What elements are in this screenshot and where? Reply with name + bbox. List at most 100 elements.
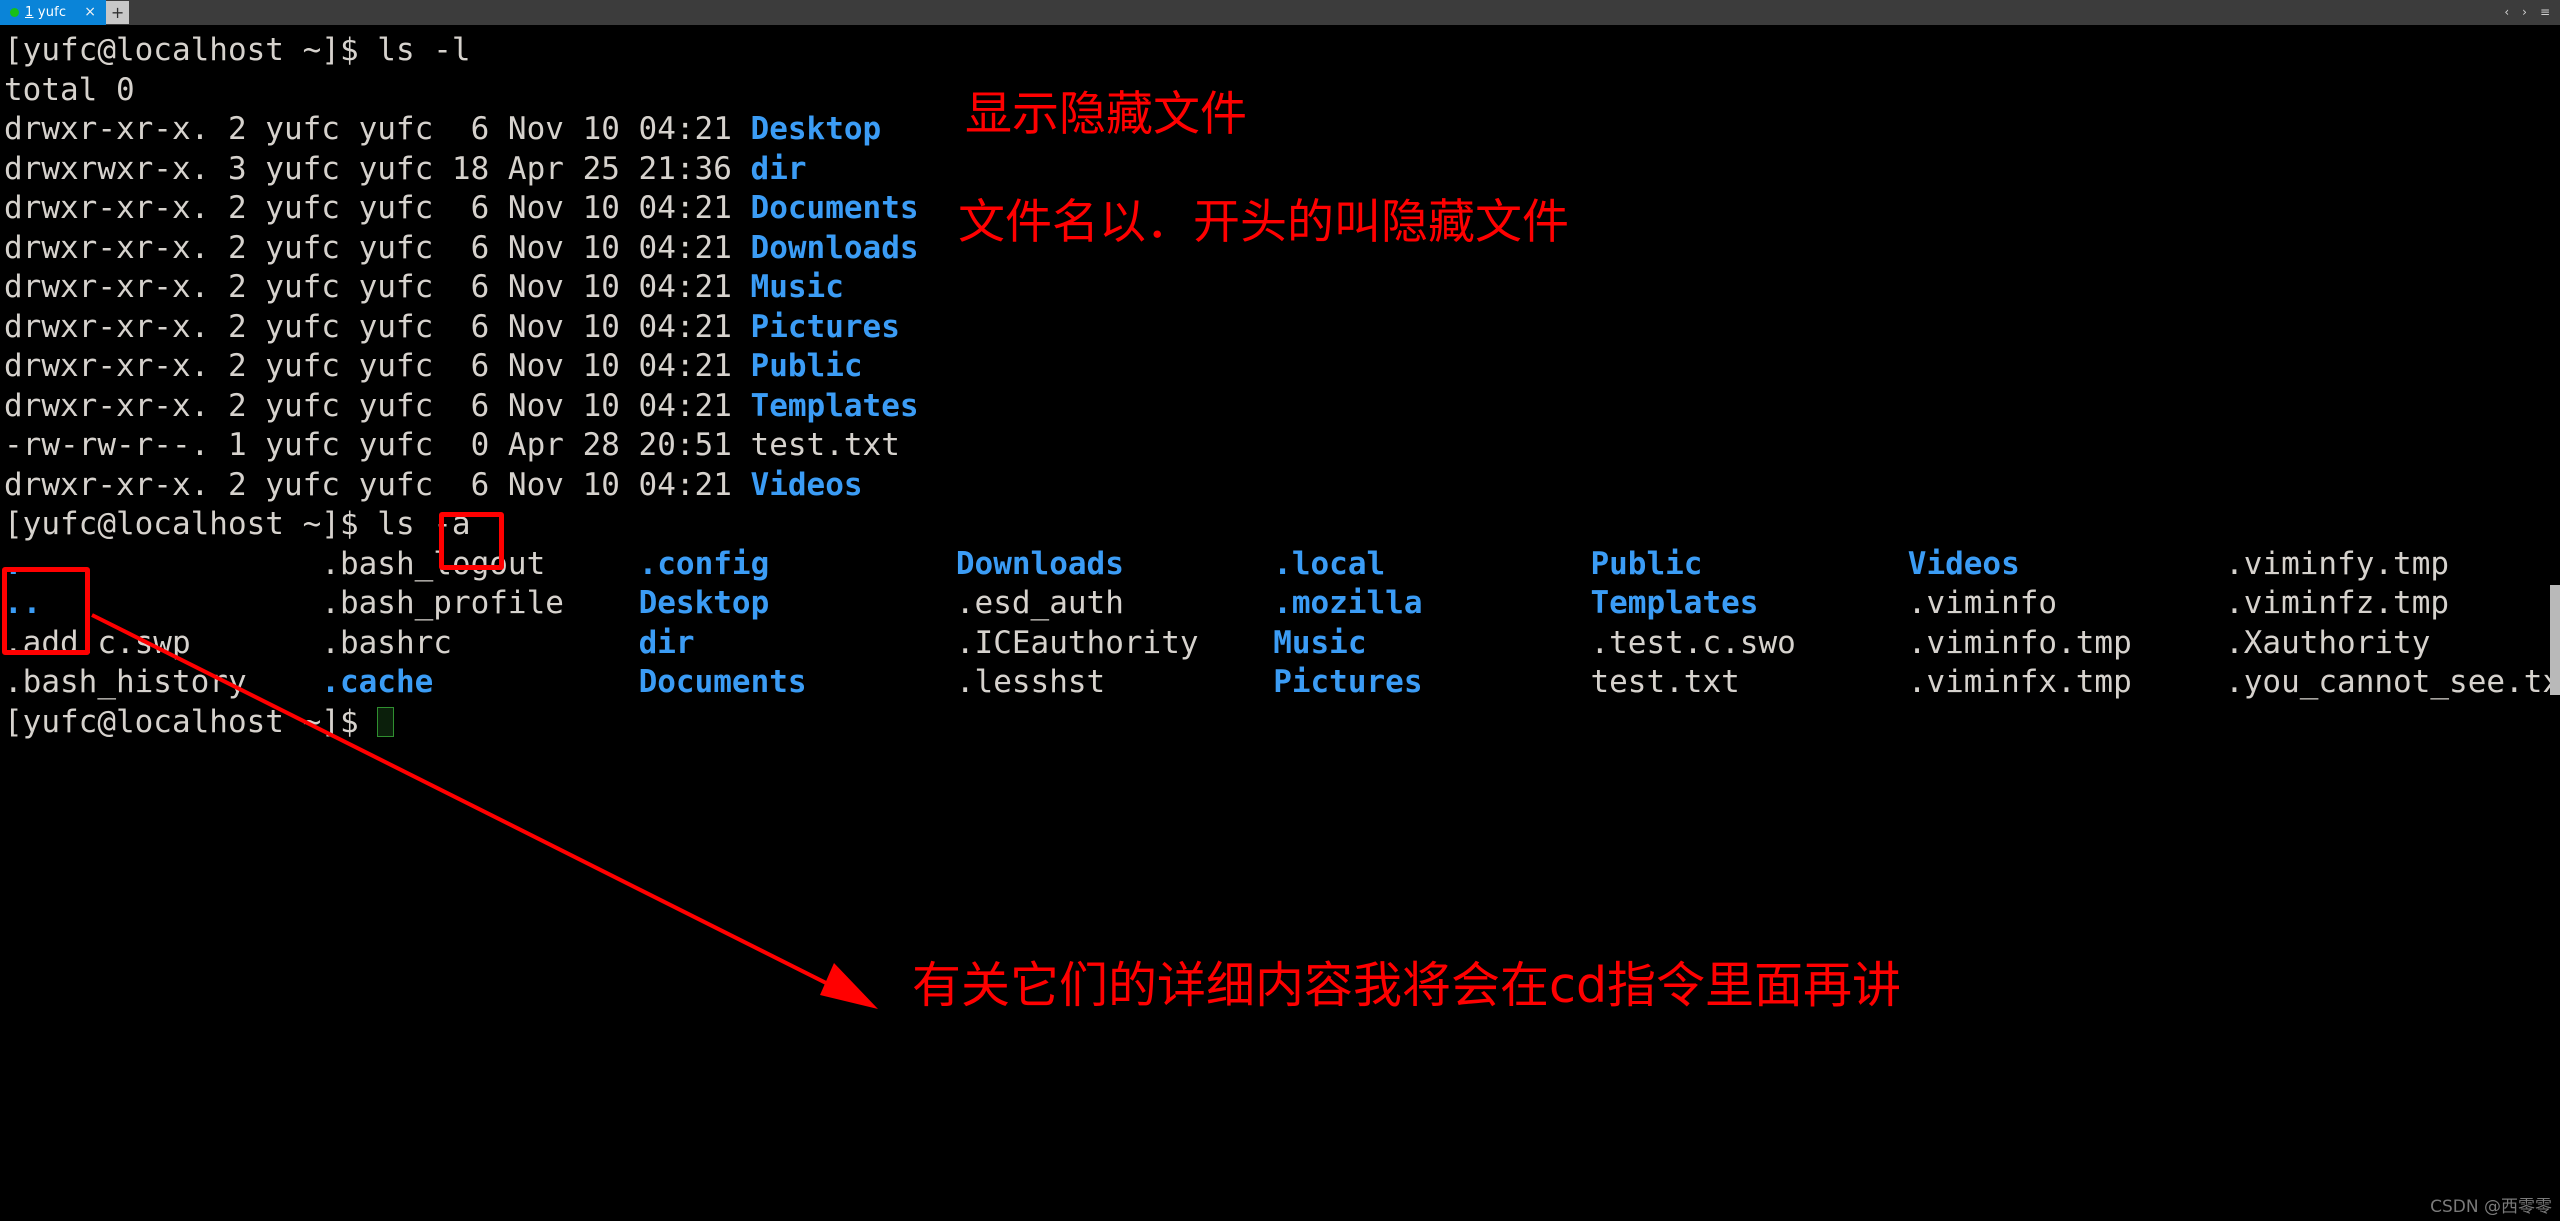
annotation-details-later: 有关它们的详细内容我将会在cd指令里面再讲 — [912, 957, 1902, 1014]
ls-long-metadata: drwxr-xr-x. 2 yufc yufc 6 Nov 10 04:21 — [4, 308, 751, 345]
new-tab-button[interactable]: + — [106, 1, 130, 24]
grid-gap — [1124, 585, 1273, 621]
grid-gap — [769, 585, 956, 621]
directory-name: Templates — [1590, 585, 1759, 621]
file-name: .bash_history — [4, 664, 247, 700]
grid-gap — [545, 546, 638, 582]
grid-gap — [433, 664, 638, 700]
directory-name: dir — [750, 150, 807, 187]
grid-gap — [695, 625, 956, 661]
table-row: drwxr-xr-x. 2 yufc yufc 6 Nov 10 04:21 V… — [4, 466, 2560, 506]
highlight-box-flag-a — [439, 512, 504, 570]
terminal-command-line: [yufc@localhost ~]$ — [4, 703, 2560, 743]
grid-gap — [1758, 585, 1907, 621]
grid-gap — [2132, 664, 2225, 700]
watermark: CSDN @西零零 — [2430, 1197, 2552, 1217]
ls-long-metadata: drwxr-xr-x. 2 yufc yufc 6 Nov 10 04:21 — [4, 190, 751, 226]
file-name: .bash_profile — [321, 585, 564, 621]
shell-command: ls -l — [377, 32, 471, 68]
terminal-tab-1[interactable]: 1 yufc × — [0, 0, 107, 25]
file-name: .viminfo.tmp — [1907, 624, 2132, 661]
directory-name: Music — [750, 269, 844, 305]
output-text: total 0 — [4, 71, 135, 108]
highlight-box-dot-entries — [2, 567, 90, 655]
chevron-right-icon[interactable]: › — [2522, 0, 2527, 25]
file-name: .bashrc — [321, 624, 452, 661]
directory-name: .mozilla — [1273, 585, 1423, 621]
ls-long-metadata: drwxr-xr-x. 2 yufc yufc 6 Nov 10 04:21 — [4, 387, 751, 424]
tab-status-dot — [10, 8, 19, 17]
grid-gap — [1740, 664, 1908, 700]
directory-name: Pictures — [750, 308, 900, 345]
list-item: .. .bash_profile Desktop .esd_auth .mozi… — [4, 584, 2560, 624]
shell-prompt: [yufc@localhost ~]$ — [4, 32, 378, 68]
menu-icon[interactable]: ≡ — [2540, 0, 2550, 25]
table-row: drwxr-xr-x. 2 yufc yufc 6 Nov 10 04:21 D… — [4, 110, 2560, 150]
directory-name: .local — [1273, 545, 1386, 582]
grid-gap — [1423, 585, 1591, 621]
ls-long-metadata: drwxrwxr-x. 3 yufc yufc 18 Apr 25 21:36 — [4, 150, 751, 187]
directory-name: Videos — [750, 466, 863, 503]
grid-gap — [1796, 625, 1908, 661]
tab-title-text: yufc — [33, 5, 67, 20]
terminal-screen: [yufc@localhost ~]$ ls -l total 0 drwxr-xr… — [0, 25, 2560, 742]
terminal-command-line: [yufc@localhost ~]$ ls -a — [4, 505, 2560, 545]
table-row: -rw-rw-r--. 1 yufc yufc 0 Apr 28 20:51 t… — [4, 426, 2560, 466]
list-item: .bash_history .cache Documents .lesshst … — [4, 663, 2560, 703]
directory-name: Templates — [750, 387, 919, 424]
file-name: .bash_logout — [321, 545, 546, 582]
table-row: drwxr-xr-x. 2 yufc yufc 6 Nov 10 04:21 P… — [4, 347, 2560, 387]
directory-name: dir — [638, 624, 695, 661]
grid-gap — [2132, 625, 2225, 661]
grid-gap — [452, 625, 639, 661]
text-cursor — [377, 706, 395, 737]
grid-gap — [1702, 546, 1907, 582]
annotation-show-hidden: 显示隐藏文件 — [965, 87, 1247, 142]
grid-gap — [2057, 585, 2225, 621]
ls-long-metadata: drwxr-xr-x. 2 yufc yufc 6 Nov 10 04:21 — [4, 269, 751, 305]
directory-name: Public — [750, 348, 863, 384]
scrollbar-thumb[interactable] — [2550, 585, 2560, 695]
grid-gap — [1124, 546, 1273, 582]
directory-name: Downloads — [750, 229, 919, 266]
ls-long-metadata: drwxr-xr-x. 2 yufc yufc 6 Nov 10 04:21 — [4, 466, 751, 503]
file-name: .you_cannot_see.txt — [2225, 664, 2560, 700]
file-name: test.txt — [1590, 664, 1740, 700]
shell-prompt: [yufc@localhost ~]$ — [4, 506, 378, 542]
file-name: .viminfz.tmp — [2225, 585, 2450, 621]
close-icon[interactable]: × — [84, 0, 96, 25]
grid-gap — [1105, 664, 1273, 700]
directory-name: Desktop — [750, 111, 882, 147]
directory-name: Music — [1273, 624, 1367, 661]
ls-long-metadata: drwxr-xr-x. 2 yufc yufc 6 Nov 10 04:21 — [4, 348, 751, 384]
directory-name: Public — [1590, 545, 1703, 582]
list-item: .add.c.swp .bashrc dir .ICEauthority Mus… — [4, 624, 2560, 664]
directory-name: Videos — [1907, 545, 2020, 582]
grid-gap — [247, 664, 322, 700]
file-name: .lesshst — [955, 664, 1106, 700]
table-row: drwxr-xr-x. 2 yufc yufc 6 Nov 10 04:21 M… — [4, 268, 2560, 308]
tab-bar-spacer — [129, 0, 2505, 25]
file-name: .esd_auth — [955, 585, 1124, 621]
file-name: .viminfo — [1907, 585, 2058, 621]
file-name: .Xauthority — [2225, 624, 2431, 661]
shell-prompt: [yufc@localhost ~]$ — [4, 703, 378, 740]
grid-gap — [807, 664, 956, 700]
terminal-scrollbar[interactable] — [2550, 25, 2560, 1221]
directory-name: Desktop — [638, 585, 770, 621]
grid-gap — [1199, 625, 1274, 661]
table-row: drwxr-xr-x. 2 yufc yufc 6 Nov 10 04:21 T… — [4, 387, 2560, 427]
annotation-dot-prefix: 文件名以．开头的叫隐藏文件 — [958, 195, 1569, 250]
tab-title: 1 yufc — [25, 0, 66, 25]
table-row: drwxr-xr-x. 2 yufc yufc 6 Nov 10 04:21 P… — [4, 308, 2560, 348]
chevron-left-icon[interactable]: ‹ — [2504, 0, 2509, 25]
grid-gap — [1423, 664, 1591, 700]
ls-long-metadata: drwxr-xr-x. 2 yufc yufc 6 Nov 10 04:21 — [4, 229, 751, 266]
grid-gap — [769, 546, 956, 582]
file-name: .ICEauthority — [955, 624, 1199, 661]
ls-long-metadata: -rw-rw-r--. 1 yufc yufc 0 Apr 28 20:51 — [4, 427, 751, 463]
file-name: test.txt — [750, 427, 900, 463]
grid-gap — [1385, 546, 1590, 582]
directory-name: .config — [638, 545, 770, 582]
grid-gap — [564, 585, 639, 621]
